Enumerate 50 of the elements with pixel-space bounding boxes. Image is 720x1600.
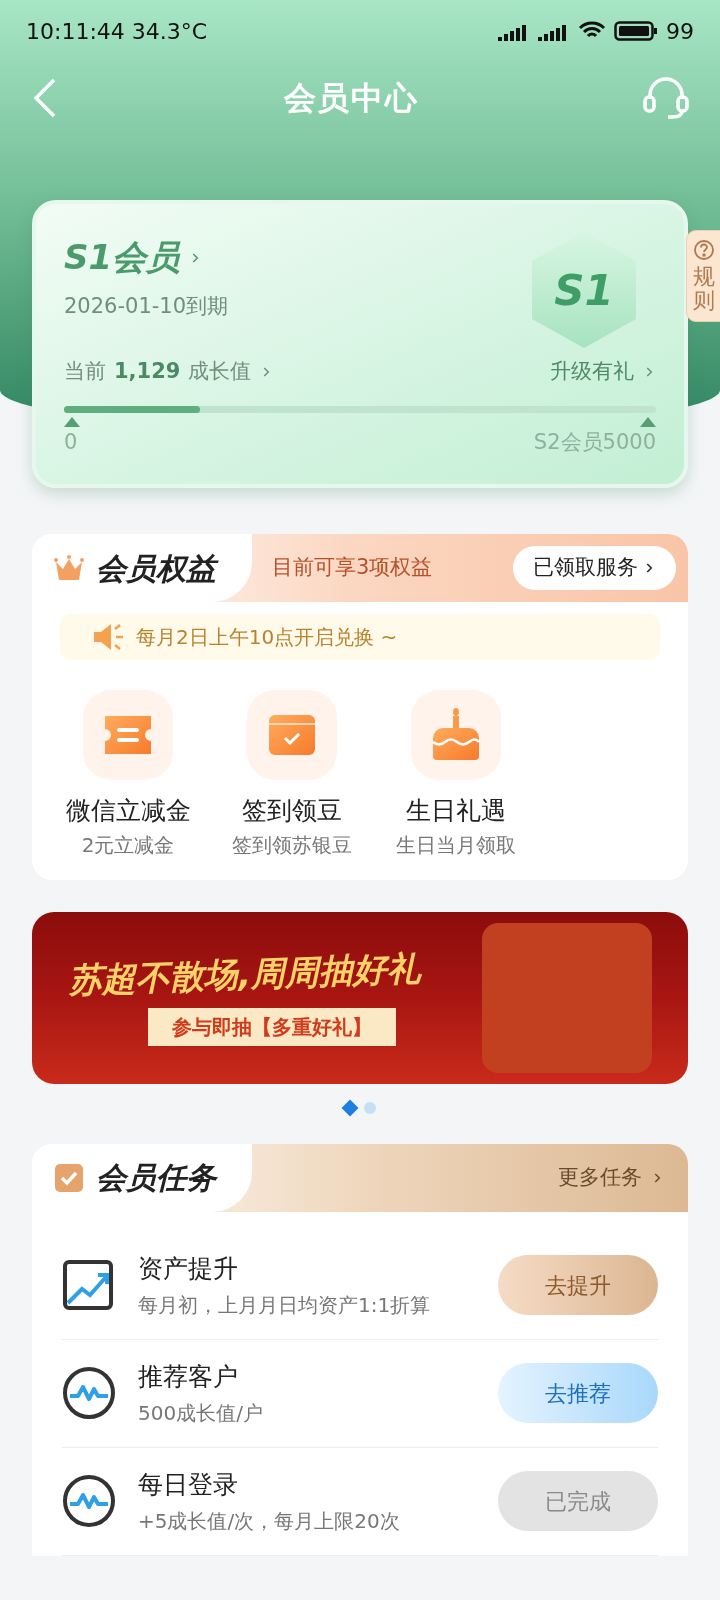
status-time: 10:11:44 34.3°C (26, 17, 208, 46)
benefit-name: 签到领豆 (242, 795, 342, 827)
banner-title: 苏超不散场,周周抽好礼 (67, 946, 422, 1003)
benefit-icon-tile[interactable] (83, 690, 173, 780)
section-title: 会员任务 (96, 1159, 216, 1197)
checkbox-icon (54, 1162, 84, 1193)
benefit-description: 2元立减金 (81, 831, 175, 859)
pulse-circle-icon (62, 1474, 116, 1528)
task-description: 500成长值/户 (138, 1399, 264, 1427)
rules-tab[interactable]: 规则 (686, 230, 720, 323)
progress-start: 0 (64, 428, 78, 456)
expiry-date: 2026-01-10到期 (64, 293, 229, 320)
next-tier-target: S2会员5000 (533, 428, 656, 456)
task-action-button[interactable]: 去推荐 (498, 1363, 658, 1423)
page-title: 会员中心 (283, 78, 419, 119)
growth-value-link[interactable]: 当前 1,129 成长值 (64, 356, 274, 388)
banner-subtitle: 参与即抽【多重好礼】 (148, 1008, 396, 1046)
task-name: 资产提升 (138, 1253, 239, 1286)
headset-icon[interactable] (642, 77, 690, 119)
task-action-button[interactable]: 已完成 (498, 1471, 658, 1531)
battery-level: 99 (666, 17, 694, 46)
upgrade-gift-link[interactable]: 升级有礼 (550, 356, 656, 388)
task-name: 推荐客户 (138, 1361, 239, 1394)
benefit-name: 生日礼遇 (406, 795, 506, 827)
benefit-name: 微信立减金 (65, 795, 191, 827)
help-icon (693, 239, 715, 261)
benefit-count: 目前可享3项权益 (272, 554, 433, 582)
claimed-services-button[interactable]: 已领取服务 (513, 546, 676, 590)
benefit-icon-tile[interactable] (411, 690, 501, 780)
ticket-icon (103, 714, 153, 756)
promo-banner[interactable]: 苏超不散场,周周抽好礼 参与即抽【多重好礼】 (32, 911, 688, 1084)
trend-chart-icon (62, 1259, 114, 1311)
benefit-description: 签到领苏银豆 (232, 831, 352, 859)
battery-icon (614, 20, 658, 42)
marker-icon (64, 416, 80, 427)
birthday-cake-icon (431, 708, 481, 762)
benefit-icon-tile[interactable] (247, 690, 337, 780)
notice-text: 每月2日上午10点开启兑换 ~ (136, 624, 398, 651)
more-tasks-link[interactable]: 更多任务 (558, 1161, 664, 1194)
tier-badge: S1 (532, 232, 636, 348)
benefit-description: 生日当月领取 (396, 831, 516, 859)
pulse-circle-icon (62, 1366, 116, 1420)
task-action-button[interactable]: 去提升 (498, 1255, 658, 1315)
calendar-check-icon (268, 714, 316, 756)
task-name: 每日登录 (138, 1469, 239, 1502)
task-description: 每月初，上月月日均资产1:1折算 (138, 1291, 432, 1319)
member-tier-link[interactable]: S1会员 (64, 232, 229, 283)
marker-icon (640, 416, 656, 427)
task-description: +5成长值/次，每月上限20次 (138, 1507, 401, 1535)
crown-icon (54, 553, 84, 583)
